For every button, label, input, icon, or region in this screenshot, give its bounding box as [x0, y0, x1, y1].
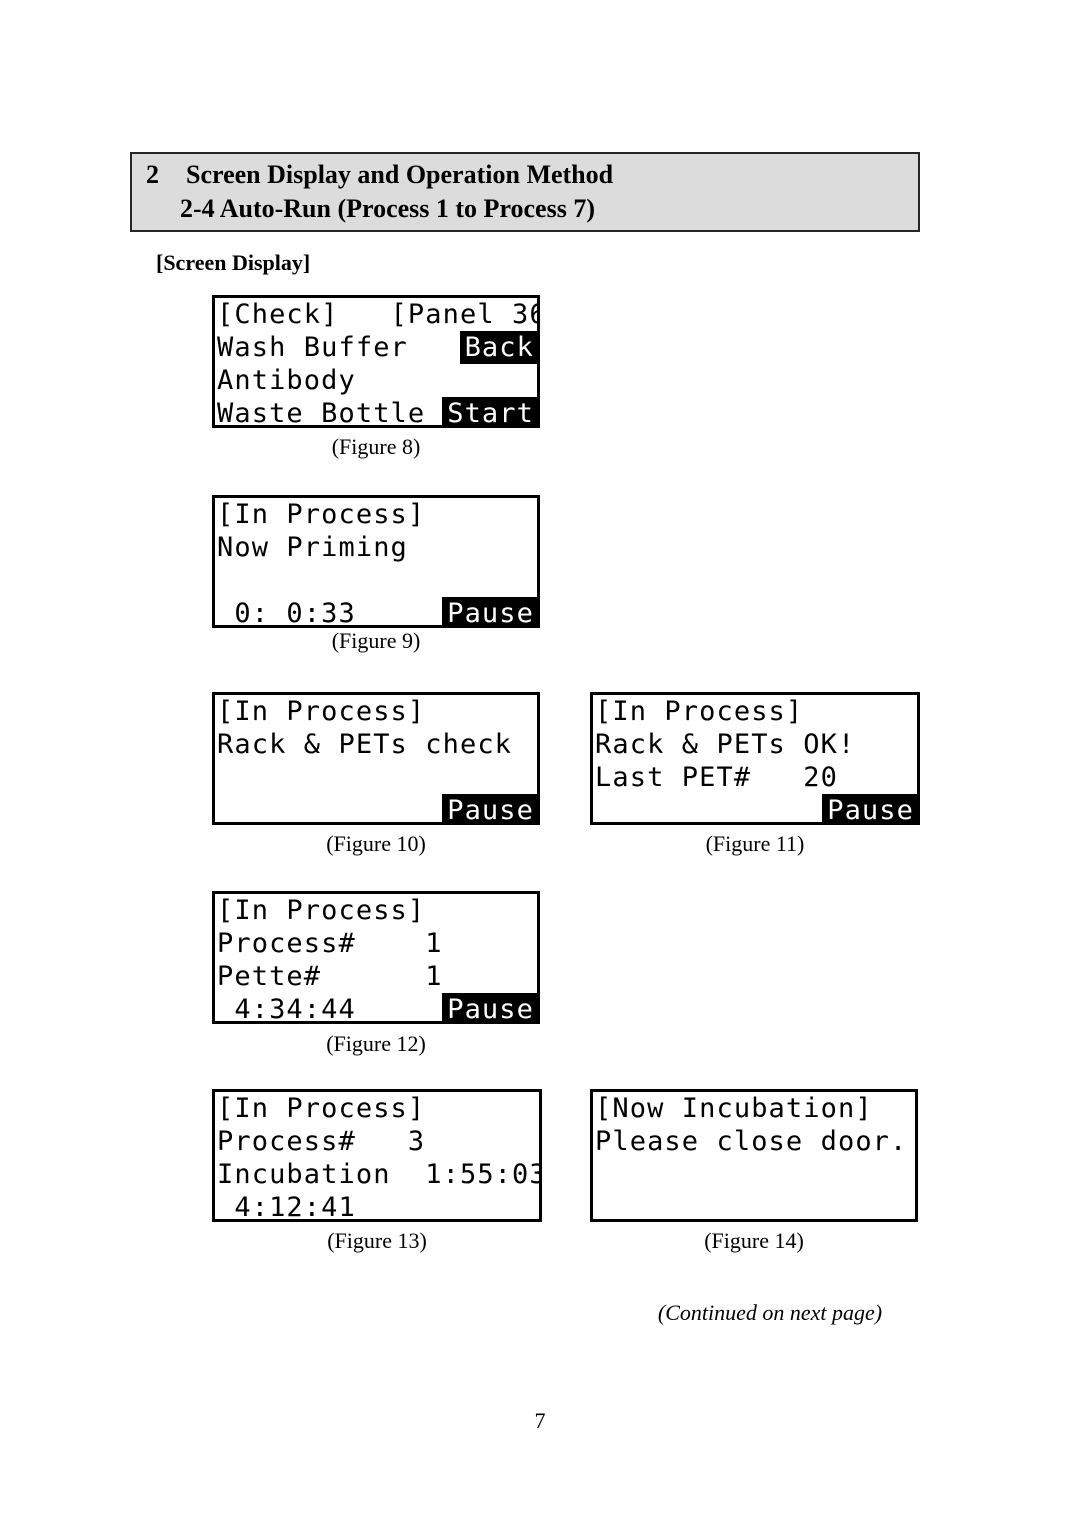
- figure-caption: (Figure 8): [331, 434, 421, 459]
- lcd-row-text: Last PET# 20: [595, 762, 838, 793]
- lcd-row-text: Process# 3: [217, 1126, 426, 1157]
- lcd-panel-figure-10: [In Process] Rack & PETs check Pause: [212, 692, 540, 825]
- lcd-row: Pause: [593, 794, 917, 822]
- lcd-row-text: [Now Incubation]: [595, 1093, 873, 1124]
- lcd-row: Process# 1: [215, 927, 537, 960]
- section-number: 2: [146, 160, 159, 189]
- lcd-row: [In Process]: [215, 498, 537, 531]
- lcd-row: [593, 1191, 915, 1219]
- lcd-row: [In Process]: [215, 1092, 539, 1125]
- screen-display-label: [Screen Display]: [156, 250, 311, 275]
- lcd-panel-figure-9: [In Process] Now Priming 0: 0:33 Pause: [212, 495, 540, 628]
- lcd-row: Please close door.: [593, 1125, 915, 1158]
- page-number: 7: [534, 1408, 546, 1433]
- lcd-row: 0: 0:33 Pause: [215, 597, 537, 628]
- lcd-row: Rack & PETs OK!: [593, 728, 917, 761]
- figure-caption: (Figure 9): [331, 628, 421, 653]
- figure-caption: (Figure 14): [704, 1228, 804, 1253]
- lcd-row: [215, 761, 537, 794]
- lcd-row-text: [In Process]: [595, 696, 804, 727]
- lcd-soft-key-back[interactable]: Back: [459, 331, 537, 364]
- section-header-banner: 2 Screen Display and Operation Method 2-4…: [130, 152, 920, 232]
- lcd-row: Incubation 1:55:03: [215, 1158, 539, 1191]
- figure-caption: (Figure 13): [327, 1228, 427, 1253]
- lcd-row-text: Now Priming: [217, 532, 408, 563]
- lcd-row-text: [In Process]: [217, 895, 426, 926]
- lcd-soft-key-start[interactable]: Start: [442, 397, 537, 425]
- lcd-row-text: Process# 1: [217, 928, 443, 959]
- lcd-row-text: 0: 0:33: [217, 598, 356, 628]
- lcd-row-text: Pette# 1: [217, 961, 443, 992]
- lcd-row-text: Waste Bottle: [217, 398, 426, 428]
- continued-on-next-page-note: (Continued on next page): [657, 1300, 883, 1325]
- lcd-row-text: [Check] [Panel 36 ]: [217, 299, 537, 330]
- lcd-row: Last PET# 20: [593, 761, 917, 794]
- lcd-row-text: [In Process]: [217, 696, 426, 727]
- lcd-panel-figure-11: [In Process] Rack & PETs OK! Last PET# 2…: [590, 692, 920, 825]
- lcd-row: [In Process]: [215, 894, 537, 927]
- lcd-row: Process# 3: [215, 1125, 539, 1158]
- lcd-row-text: Rack & PETs check: [217, 729, 513, 760]
- lcd-soft-key-pause[interactable]: Pause: [822, 794, 917, 822]
- lcd-row: Waste Bottle Start: [215, 397, 537, 428]
- lcd-panel-figure-14: [Now Incubation] Please close door.: [590, 1089, 918, 1222]
- section-title: Screen Display and Operation Method: [186, 160, 614, 189]
- lcd-row-text: [In Process]: [217, 1093, 426, 1124]
- lcd-row-text: Incubation 1:55:03: [217, 1159, 542, 1190]
- lcd-row: 4:12:41: [215, 1191, 539, 1222]
- lcd-row: [In Process]: [215, 695, 537, 728]
- lcd-row-text: Please close door.: [595, 1126, 908, 1157]
- section-header-line-1: 2 Screen Display and Operation Method: [146, 160, 613, 190]
- figure-caption: (Figure 11): [705, 831, 805, 856]
- lcd-panel-figure-8: [Check] [Panel 36 ] Wash Buffer Back Anti…: [212, 295, 540, 428]
- lcd-row: [593, 1158, 915, 1191]
- lcd-row-text: Wash Buffer: [217, 332, 408, 363]
- lcd-row: [215, 564, 537, 597]
- figure-caption: (Figure 12): [326, 1031, 426, 1056]
- lcd-row-text: 4:34:44: [217, 994, 356, 1024]
- lcd-row: 4:34:44 Pause: [215, 993, 537, 1024]
- lcd-soft-key-pause[interactable]: Pause: [442, 993, 537, 1021]
- lcd-row: Pause: [215, 794, 537, 822]
- lcd-row-text: Antibody: [217, 365, 356, 396]
- lcd-row: Antibody: [215, 364, 537, 397]
- lcd-row: [In Process]: [593, 695, 917, 728]
- lcd-row: Now Priming: [215, 531, 537, 564]
- lcd-row: Wash Buffer Back: [215, 331, 537, 364]
- lcd-row: [Now Incubation]: [593, 1092, 915, 1125]
- lcd-row-text: 4:12:41: [217, 1192, 356, 1222]
- lcd-panel-figure-13: [In Process] Process# 3 Incubation 1:55:…: [212, 1089, 542, 1222]
- figure-caption: (Figure 10): [326, 831, 426, 856]
- lcd-soft-key-pause[interactable]: Pause: [442, 794, 537, 822]
- lcd-row: [Check] [Panel 36 ]: [215, 298, 537, 331]
- lcd-row-text: [In Process]: [217, 499, 426, 530]
- lcd-row-text: Rack & PETs OK!: [595, 729, 856, 760]
- lcd-row: Pette# 1: [215, 960, 537, 993]
- lcd-panel-figure-12: [In Process] Process# 1 Pette# 1 4:34:44…: [212, 891, 540, 1024]
- lcd-row: Rack & PETs check: [215, 728, 537, 761]
- lcd-soft-key-pause[interactable]: Pause: [442, 597, 537, 625]
- subsection-title: 2-4 Auto-Run (Process 1 to Process 7): [180, 194, 595, 223]
